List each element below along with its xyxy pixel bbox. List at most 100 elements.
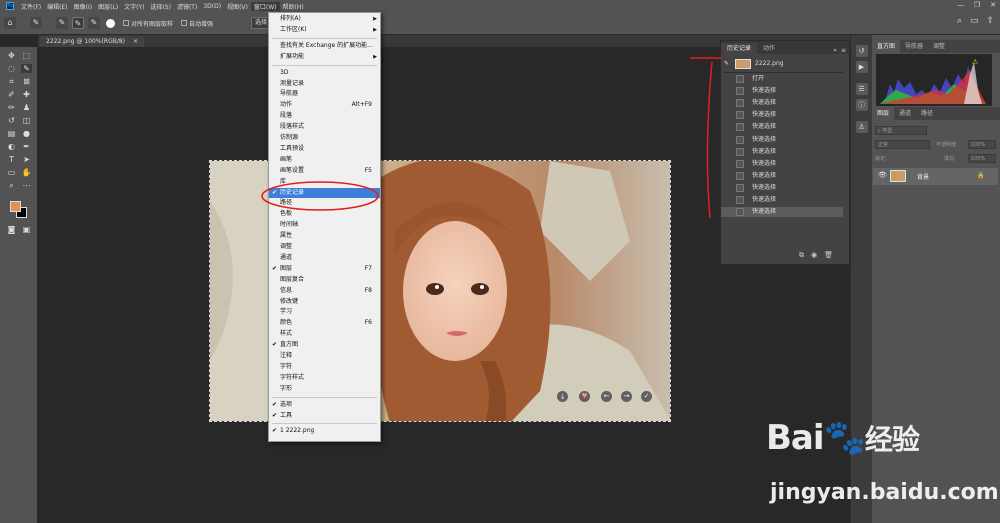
shape-tool-icon[interactable]: ▭	[6, 168, 17, 177]
menu-filter[interactable]: 滤镜(T)	[174, 2, 200, 11]
dodge-tool-icon[interactable]: ◐	[6, 142, 17, 151]
document-tab[interactable]: 2222.png @ 100%(RGB/8) ×	[40, 36, 144, 47]
download-icon[interactable]: ⤓	[557, 391, 568, 402]
history-step[interactable]: 快速选择	[721, 159, 843, 169]
trash-icon[interactable]: 🗑	[824, 251, 833, 260]
eyedropper-tool-icon[interactable]: ✐	[6, 90, 17, 99]
history-step[interactable]: 快速选择	[721, 86, 843, 96]
stamp-tool-icon[interactable]: ♟	[21, 103, 32, 112]
window-menu-item[interactable]: 仿制源	[269, 133, 380, 143]
new-selection-icon[interactable]: ✎	[56, 17, 68, 29]
window-menu-item[interactable]: 色板	[269, 209, 380, 219]
window-menu-item[interactable]: 扩展功能 ▶	[269, 52, 380, 62]
subtract-selection-icon[interactable]: ✎	[88, 17, 100, 29]
window-menu-item[interactable]: 库	[269, 177, 380, 187]
quick-select-tool-icon[interactable]: ✎	[21, 64, 32, 73]
properties-dock-icon[interactable]: ☰	[855, 83, 868, 95]
window-menu-item[interactable]: 段落样式	[269, 122, 380, 132]
all-layers-checkbox[interactable]	[123, 20, 129, 26]
snapshot-source-icon[interactable]: ✎	[724, 59, 729, 69]
hand-tool-icon[interactable]: ✋	[21, 168, 32, 177]
tab-paths[interactable]: 路径	[916, 107, 938, 120]
window-menu-item[interactable]: 颜色 F6	[269, 318, 380, 328]
more-tools-icon[interactable]: ⋯	[21, 181, 32, 190]
window-menu-item[interactable]: 信息 F8	[269, 286, 380, 296]
history-dock-icon[interactable]: ↺	[855, 45, 868, 57]
history-step[interactable]: 快速选择	[721, 195, 843, 205]
window-menu-item[interactable]: 画笔	[269, 155, 380, 165]
menu-file[interactable]: 文件(F)	[18, 2, 44, 11]
history-step[interactable]: 打开	[721, 74, 843, 84]
menu-help[interactable]: 帮助(H)	[280, 2, 307, 11]
tab-history[interactable]: 历史记录	[721, 43, 758, 54]
next-icon[interactable]: →	[621, 391, 632, 402]
history-step[interactable]: 快速选择	[721, 122, 843, 132]
window-menu-item[interactable]: 字形	[269, 384, 380, 394]
blend-mode-select[interactable]: 正常	[875, 140, 930, 149]
window-menu-item[interactable]: 时间轴	[269, 220, 380, 230]
menu-select[interactable]: 选择(S)	[147, 2, 174, 11]
auto-enhance-checkbox[interactable]	[181, 20, 188, 26]
window-menu-item[interactable]: 工具预设	[269, 144, 380, 154]
menu-3d[interactable]: 3D(D)	[200, 3, 224, 10]
gradient-tool-icon[interactable]: ▤	[6, 129, 17, 138]
window-menu-item[interactable]: 3D	[269, 68, 380, 78]
window-menu-item[interactable]: 修改键	[269, 297, 380, 307]
share-icon[interactable]: ⇪	[986, 16, 994, 26]
home-icon[interactable]: ⌂	[4, 17, 16, 29]
frame-tool-icon[interactable]: ⊠	[21, 77, 32, 86]
window-menu-item[interactable]: 工作区(K) ▶	[269, 25, 380, 35]
window-menu-item[interactable]: 注释	[269, 351, 380, 361]
camera-icon[interactable]: ◉	[811, 251, 817, 260]
brush-tool-icon[interactable]: ✏	[6, 103, 17, 112]
pen-tool-icon[interactable]: ✒	[21, 142, 32, 151]
prev-icon[interactable]: ←	[601, 391, 612, 402]
menu-edit[interactable]: 编辑(E)	[44, 2, 70, 11]
layer-visibility-eye-icon[interactable]: 👁	[878, 171, 887, 179]
window-menu-item[interactable]: ✔ 直方图	[269, 340, 380, 350]
window-menu-item[interactable]: 调整	[269, 242, 380, 252]
window-menu-item[interactable]: 字符	[269, 362, 380, 372]
menu-view[interactable]: 视图(V)	[224, 2, 251, 11]
type-tool-icon[interactable]: T	[6, 155, 17, 164]
opacity-field[interactable]: 100%	[968, 140, 996, 149]
history-step[interactable]: 快速选择	[721, 110, 843, 120]
history-snapshot[interactable]: ✎ 2222.png	[721, 58, 843, 70]
window-menu-item[interactable]: 路径	[269, 198, 380, 208]
add-to-selection-icon[interactable]: ✎	[72, 17, 84, 29]
foreground-color-swatch[interactable]	[10, 201, 21, 212]
close-tab-icon[interactable]: ×	[133, 38, 138, 45]
minimize-icon[interactable]: —	[957, 1, 964, 9]
search-icon[interactable]: ⌕	[957, 16, 962, 26]
window-menu-item[interactable]: ✔ 图层 F7	[269, 264, 380, 274]
window-menu-item[interactable]: 样式	[269, 329, 380, 339]
window-menu-item[interactable]: 通道	[269, 253, 380, 263]
window-menu-item[interactable]: 动作 Alt+F9	[269, 100, 380, 110]
window-menu-item[interactable]: 学习	[269, 307, 380, 317]
history-step[interactable]: 快速选择	[721, 98, 843, 108]
window-menu-item[interactable]: ✔ 工具	[269, 411, 380, 421]
actions-dock-icon[interactable]: ▶	[855, 61, 868, 73]
history-step[interactable]: 快速选择	[721, 171, 843, 181]
window-menu-item[interactable]: ✔ 选项	[269, 400, 380, 410]
menu-type[interactable]: 文字(Y)	[121, 2, 147, 11]
learn-dock-icon[interactable]: ♙	[855, 121, 868, 133]
restore-icon[interactable]: ❐	[974, 1, 980, 9]
confirm-icon[interactable]: ✓	[641, 391, 652, 402]
workspace-icon[interactable]: ▭	[970, 16, 979, 26]
menu-image[interactable]: 图像(I)	[71, 2, 95, 11]
healing-tool-icon[interactable]: ✚	[21, 90, 32, 99]
like-icon[interactable]: ♥	[579, 391, 590, 402]
brush-size-icon[interactable]	[106, 18, 115, 28]
menu-layer[interactable]: 图层(L)	[95, 2, 121, 11]
menu-window[interactable]: 窗口(W)	[250, 1, 280, 11]
window-menu-item[interactable]: 属性	[269, 231, 380, 241]
screen-mode-icon[interactable]: ▣	[21, 225, 32, 234]
layer-kind-filter[interactable]: ⌕ 类型	[875, 126, 927, 135]
fill-field[interactable]: 100%	[968, 154, 996, 163]
window-menu-item[interactable]: 段落	[269, 111, 380, 121]
window-menu-item[interactable]: 测量记录	[269, 79, 380, 89]
window-menu-item[interactable]: 排列(A) ▶	[269, 14, 380, 24]
tab-histogram[interactable]: 直方图	[872, 40, 901, 53]
panel-menu-icon[interactable]: ≡	[841, 47, 849, 54]
